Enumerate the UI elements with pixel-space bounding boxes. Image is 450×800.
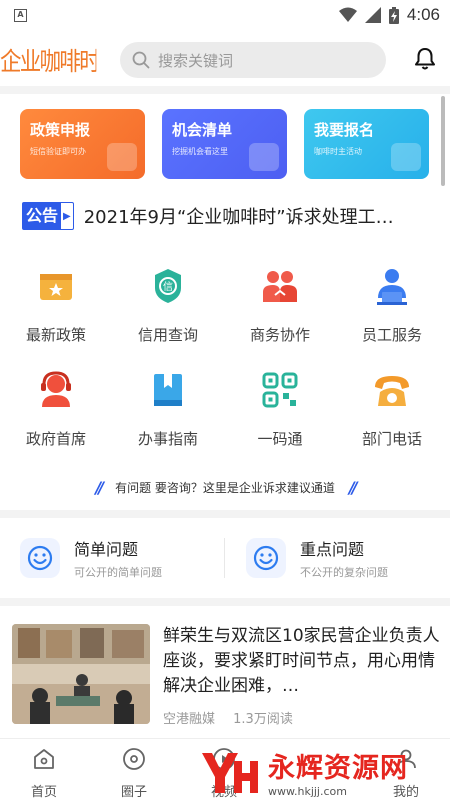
question-subtitle: 可公开的简单问题 <box>74 566 162 579</box>
question-title: 重点问题 <box>300 540 365 559</box>
card-title: 机会清单 <box>172 121 233 139</box>
search-icon <box>132 51 150 69</box>
qrcode-icon <box>262 372 298 408</box>
feature-cards: 政策申报 短信验证即可办 机会清单 挖掘机会看这里 我要报名 咖啡时主活动 <box>20 109 430 181</box>
news-reads: 1.3万阅读 <box>233 712 293 727</box>
smiley-icon <box>246 538 286 578</box>
app-header: 企业咖啡时 搜索关键词 <box>0 36 450 84</box>
tab-circle[interactable]: 圈子 <box>104 747 164 800</box>
question-title: 简单问题 <box>74 540 139 559</box>
card-opportunity-list[interactable]: 机会清单 挖掘机会看这里 <box>162 109 287 179</box>
announcement-text: 2021年9月“企业咖啡时”诉求处理工… <box>83 207 394 228</box>
news-meta: 空港融媒 1.3万阅读 <box>163 708 293 727</box>
wifi-icon <box>338 7 357 22</box>
card-title: 政策申报 <box>30 121 91 139</box>
smiley-icon <box>20 538 60 578</box>
card-policy-declaration[interactable]: 政策申报 短信验证即可办 <box>20 109 145 179</box>
notification-bell-icon[interactable] <box>412 46 438 72</box>
battery-icon <box>388 6 399 24</box>
grid-item-credit-query[interactable]: 信 信用查询 <box>112 266 224 345</box>
document-icon <box>107 143 137 171</box>
consult-channel[interactable]: // 有问题 要咨询？这里是企业诉求建议通道 // <box>0 474 450 500</box>
scrollbar[interactable] <box>441 96 445 186</box>
slash-decoration-icon: // <box>95 477 104 497</box>
news-source: 空港融媒 <box>163 712 216 727</box>
tab-home[interactable]: 首页 <box>14 747 74 800</box>
home-icon <box>34 749 54 769</box>
watermark-logo-icon <box>202 753 258 793</box>
consult-text: 有问题 要咨询？这里是企业诉求建议通道 <box>115 480 335 495</box>
grid-item-business-cooperation[interactable]: 商务协作 <box>224 266 336 345</box>
key-question-button[interactable]: 重点问题 不公开的复杂问题 <box>246 530 388 586</box>
credit-icon: 信 <box>155 269 181 303</box>
grid-item-service-guide[interactable]: 办事指南 <box>112 370 224 449</box>
edit-icon <box>391 143 421 171</box>
grid-item-latest-policy[interactable]: 最新政策 <box>0 266 112 345</box>
grid-item-government-chief[interactable]: 政府首席 <box>0 370 112 449</box>
watermark: 永辉资源网 www.hkjjj.com <box>198 744 450 800</box>
watermark-url: www.hkjjj.com <box>268 785 347 798</box>
government-icon <box>41 371 71 407</box>
simple-question-button[interactable]: 简单问题 可公开的简单问题 <box>20 530 162 586</box>
announcement-badge: 公告 ▶ <box>22 202 74 230</box>
vertical-divider <box>224 538 225 578</box>
status-time: 4:06 <box>406 5 440 24</box>
circle-icon <box>123 748 145 770</box>
slash-decoration-icon: // <box>348 477 358 497</box>
section-divider <box>0 598 450 606</box>
news-title: 鲜荣生与双流区10家民营企业负责人座谈，要求紧盯时间节点，用心用情解决企业困难，… <box>163 626 440 696</box>
app-notification-icon: A <box>14 8 27 22</box>
list-icon <box>249 143 279 171</box>
section-divider <box>0 510 450 518</box>
svg-text:信: 信 <box>163 281 173 293</box>
policy-icon <box>40 274 72 300</box>
employee-icon <box>377 269 407 305</box>
announcement-bar[interactable]: 公告 ▶ 2021年9月“企业咖啡时”诉求处理工… <box>22 200 432 232</box>
news-thumbnail <box>12 624 150 724</box>
grid-item-one-code-pass[interactable]: 一码通 <box>224 370 336 449</box>
app-logo: 企业咖啡时 <box>0 47 97 76</box>
card-sign-up[interactable]: 我要报名 咖啡时主活动 <box>304 109 429 179</box>
watermark-title: 永辉资源网 <box>268 753 408 784</box>
status-bar: A 4:06 <box>0 0 450 30</box>
guide-icon <box>154 374 182 406</box>
cooperation-icon <box>263 271 297 302</box>
card-title: 我要报名 <box>314 121 375 139</box>
section-divider <box>0 86 450 94</box>
grid-item-employee-service[interactable]: 员工服务 <box>336 266 448 345</box>
search-input[interactable]: 搜索关键词 <box>120 42 386 78</box>
question-subtitle: 不公开的复杂问题 <box>300 566 388 579</box>
play-arrow-icon: ▶ <box>63 210 71 222</box>
phone-icon <box>375 376 409 406</box>
grid-item-department-phone[interactable]: 部门电话 <box>336 370 448 449</box>
signal-icon <box>364 7 381 23</box>
question-types: 简单问题 可公开的简单问题 重点问题 不公开的复杂问题 <box>0 530 450 586</box>
news-item[interactable]: 鲜荣生与双流区10家民营企业负责人座谈，要求紧盯时间节点，用心用情解决企业困难，… <box>12 624 442 732</box>
search-placeholder: 搜索关键词 <box>158 51 234 70</box>
